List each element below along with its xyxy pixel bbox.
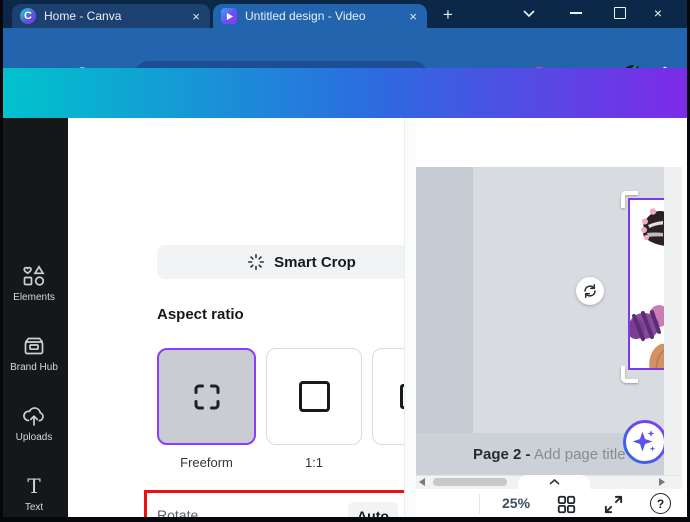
page-label[interactable]: Page 2 - Add page title <box>473 446 626 463</box>
canvas-top-strip: Edit photo <box>416 118 690 167</box>
sidebar-item-label: Brand Hub <box>10 362 58 373</box>
selection-handle-bottom-left[interactable] <box>621 366 638 383</box>
chevron-down-icon[interactable] <box>521 5 537 21</box>
browser-tab-home[interactable]: C Home - Canva × <box>12 4 210 28</box>
tab-title: Home - Canva <box>44 9 122 23</box>
selected-image-page[interactable] <box>628 198 664 370</box>
maximize-button[interactable] <box>612 5 628 21</box>
sidebar-item-text[interactable]: T Text <box>0 474 68 513</box>
status-bar <box>416 489 690 517</box>
browser-tab-design[interactable]: Untitled design - Video × <box>213 4 427 28</box>
scroll-right-arrow[interactable] <box>659 478 665 486</box>
canva-favicon: C <box>20 8 36 24</box>
browser-toolbar: ← → canva.com/design/DAFj0Oe9P6w/i35n3..… <box>0 28 690 91</box>
chevron-up-icon <box>548 479 560 485</box>
rotate-icon <box>584 284 596 298</box>
horizontal-scrollbar-thumb[interactable] <box>433 478 507 486</box>
minimize-button[interactable] <box>568 5 584 21</box>
crop-panel: Smart Crop Aspect ratio Freeform 1:1 16:… <box>68 118 467 522</box>
sidebar-item-uploads[interactable]: Uploads <box>0 404 68 443</box>
selection-handle-top-left[interactable] <box>621 191 638 208</box>
editor-sidebar: Elements Brand Hub Uploads T Text Draw <box>0 118 68 522</box>
creature-image <box>630 208 664 368</box>
aspect-ratio-title: Aspect ratio <box>157 306 244 323</box>
square-ratio-icon <box>298 381 330 412</box>
tab-close-icon[interactable]: × <box>407 9 419 24</box>
text-icon: T <box>0 474 68 498</box>
zoom-level[interactable]: 25% <box>502 495 530 511</box>
smart-crop-label: Smart Crop <box>274 253 356 271</box>
new-tab-button[interactable]: + <box>438 5 458 25</box>
sidebar-item-brand-hub[interactable]: Brand Hub <box>0 334 68 373</box>
close-button[interactable]: × <box>650 5 666 21</box>
sidebar-item-elements[interactable]: Elements <box>0 264 68 303</box>
help-icon[interactable]: ? <box>650 493 671 514</box>
sidebar-item-label: Elements <box>13 292 55 303</box>
fullscreen-icon[interactable] <box>603 494 624 515</box>
window-border-bottom <box>0 517 690 522</box>
tab-close-icon[interactable]: × <box>190 9 202 24</box>
aspect-option-1-1[interactable] <box>266 348 362 445</box>
scroll-left-arrow[interactable] <box>419 478 425 486</box>
freeform-crop-icon <box>194 384 219 409</box>
divider <box>479 494 480 514</box>
aspect-option-label: 1:1 <box>304 455 324 470</box>
video-favicon <box>221 8 237 24</box>
magic-assistant-button[interactable] <box>621 418 669 466</box>
browser-tab-strip: C Home - Canva × Untitled design - Video… <box>0 0 690 28</box>
brand-hub-icon <box>0 334 68 358</box>
sidebar-item-label: Text <box>24 502 44 513</box>
tab-title: Untitled design - Video <box>245 9 366 23</box>
window-border-left <box>0 0 3 522</box>
uploads-cloud-icon <box>0 404 68 428</box>
canva-header: File Try Canva Pro <box>0 68 690 180</box>
page-title-placeholder: Add page title <box>533 446 626 463</box>
grid-view-icon[interactable] <box>556 494 577 515</box>
svg-text:T: T <box>27 474 41 498</box>
aspect-option-label: Freeform <box>180 455 233 470</box>
collapse-panel-notch[interactable] <box>518 475 590 489</box>
aspect-option-freeform[interactable] <box>157 348 256 445</box>
elements-shapes-icon <box>0 264 68 288</box>
panel-scrollbar[interactable] <box>404 118 416 522</box>
rotate-handle-button[interactable] <box>576 277 604 305</box>
canva-editor-window: C Home - Canva × Untitled design - Video… <box>0 0 690 522</box>
sparkle-icon <box>248 253 265 271</box>
sidebar-item-label: Uploads <box>15 432 53 443</box>
smart-crop-button[interactable]: Smart Crop <box>157 245 446 279</box>
page-number: Page 2 - <box>473 446 531 463</box>
canvas-vertical-scrollbar[interactable] <box>664 167 682 475</box>
